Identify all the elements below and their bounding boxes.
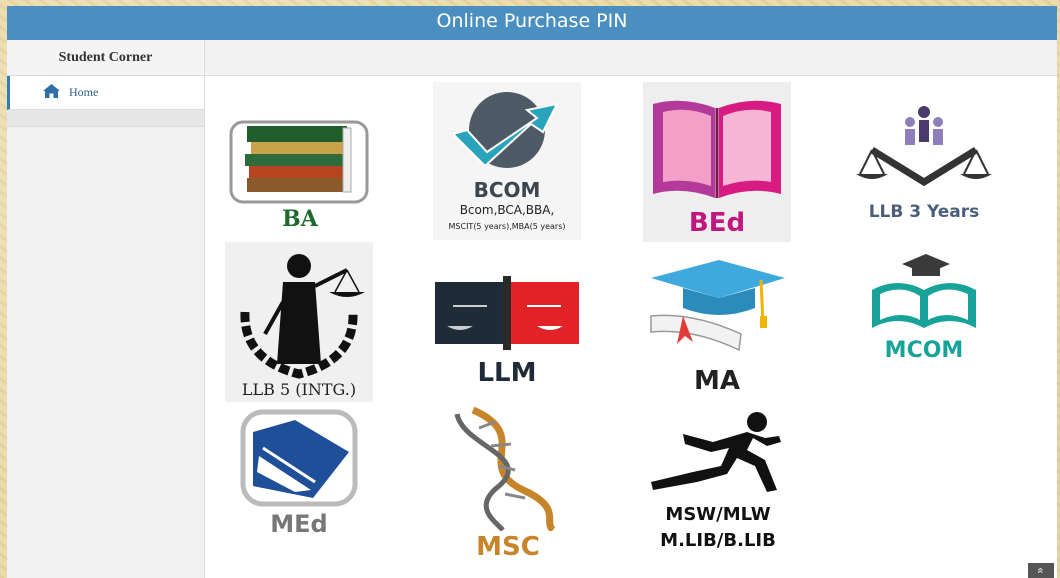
- growth-chart-icon: [451, 92, 559, 168]
- scroll-to-top-button[interactable]: »: [1028, 563, 1054, 578]
- course-tile-llm[interactable]: LLM: [433, 272, 581, 392]
- court-scales-icon: [435, 276, 579, 350]
- page-title: Online Purchase PIN: [436, 10, 628, 32]
- sidebar-item-label: Home: [69, 85, 99, 99]
- lady-justice-icon: [240, 254, 365, 379]
- open-book-icon: [653, 100, 781, 198]
- content-toolbar: [205, 40, 1057, 76]
- course-label-llm: LLM: [477, 358, 537, 388]
- course-label-llb3: LLB 3 Years: [868, 202, 980, 222]
- course-tile-llb3[interactable]: LLB 3 Years: [850, 82, 998, 232]
- course-tile-bed[interactable]: BEd: [643, 82, 791, 242]
- course-grid: BA BCOM Bcom,BCA,BBA, MSCIT(5 years),MBA…: [205, 76, 1057, 578]
- course-label-msw-1: MSW/MLW: [665, 504, 771, 525]
- course-tile-msc[interactable]: MSC: [433, 406, 583, 564]
- book-logo-icon: [240, 409, 358, 507]
- course-sub-bcom-2: MSCIT(5 years),MBA(5 years): [448, 222, 566, 231]
- page-header: Online Purchase PIN: [7, 6, 1057, 40]
- scales-people-icon: [856, 106, 992, 187]
- course-tile-llb5[interactable]: LLB 5 (INTG.): [225, 242, 373, 402]
- dna-helix-icon: [454, 406, 556, 531]
- course-tile-ba[interactable]: BA: [225, 82, 375, 237]
- course-label-msc: MSC: [476, 532, 540, 562]
- sprinter-icon: [651, 412, 781, 492]
- course-label-bcom: BCOM: [473, 178, 541, 202]
- course-tile-msw[interactable]: MSW/MLW M.LIB/B.LIB: [643, 408, 793, 558]
- sidebar-item-home[interactable]: Home: [7, 76, 204, 110]
- course-tile-mcom[interactable]: MCOM: [850, 250, 998, 372]
- sidebar-title: Student Corner: [7, 40, 204, 76]
- home-icon: [43, 84, 60, 98]
- course-label-med: MEd: [270, 510, 328, 538]
- course-label-bed: BEd: [688, 208, 746, 238]
- course-label-ma: MA: [694, 366, 740, 396]
- course-tile-bcom[interactable]: BCOM Bcom,BCA,BBA, MSCIT(5 years),MBA(5 …: [433, 82, 581, 240]
- sidebar: Student Corner Home: [7, 40, 205, 578]
- double-chevron-up-icon: »: [1034, 567, 1047, 574]
- course-label-msw-2: M.LIB/B.LIB: [660, 530, 776, 551]
- course-tile-med[interactable]: MEd: [225, 408, 373, 548]
- course-label-ba: BA: [282, 206, 318, 232]
- graduation-cap-icon: [650, 260, 785, 352]
- course-label-mcom: MCOM: [884, 338, 964, 363]
- course-tile-ma[interactable]: MA: [643, 256, 791, 401]
- book-mortarboard-icon: [872, 254, 976, 328]
- course-sub-bcom-1: Bcom,BCA,BBA,: [459, 203, 555, 217]
- course-label-llb5: LLB 5 (INTG.): [241, 380, 357, 399]
- sidebar-divider: [7, 110, 204, 127]
